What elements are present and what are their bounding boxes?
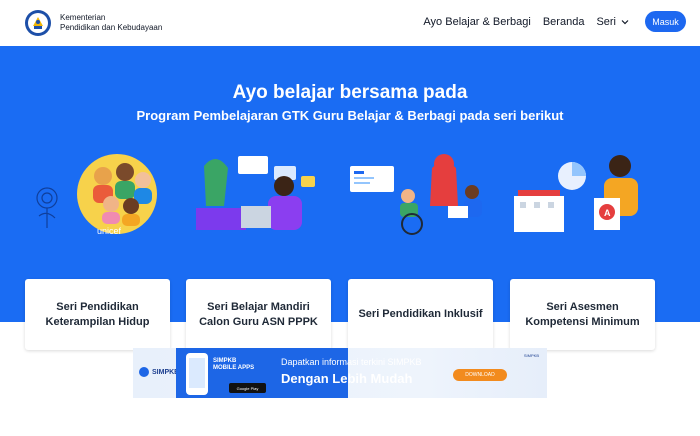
brand[interactable]: Kementerian Pendidikan dan Kebudayaan bbox=[24, 9, 162, 37]
chevron-down-icon bbox=[621, 19, 629, 24]
grade-letter: A bbox=[604, 208, 611, 218]
simpkb-app-banner[interactable]: SIMPKB SIMPKB MOBILE APPS Google Play Da… bbox=[133, 348, 547, 398]
download-button[interactable]: DOWNLOAD bbox=[453, 369, 507, 381]
phone-icon bbox=[186, 353, 208, 395]
series-card-life-skills[interactable]: Seri Pendidikan Keterampilan Hidup bbox=[25, 279, 170, 350]
nav-seri-label: Seri bbox=[596, 15, 616, 28]
brand-line1: Kementerian bbox=[60, 13, 106, 22]
life-skills-illustration: unicef bbox=[36, 154, 157, 236]
card-title-line1: Seri Pendidikan Inklusif bbox=[358, 308, 483, 320]
hero-title: Ayo belajar bersama pada bbox=[232, 82, 468, 103]
login-button[interactable]: Masuk bbox=[645, 11, 686, 32]
card-title-line2: Kompetensi Minimum bbox=[525, 315, 640, 328]
card-title-line1: Seri Asesmen bbox=[546, 300, 619, 313]
kemendikbud-logo bbox=[25, 10, 51, 36]
nav-ayo-belajar[interactable]: Ayo Belajar & Berbagi bbox=[423, 16, 530, 28]
google-play-badge[interactable]: Google Play bbox=[229, 383, 266, 393]
hero-subtitle: Program Pembelajaran GTK Guru Belajar & … bbox=[136, 108, 564, 123]
series-card-assessment[interactable]: Seri Asesmen Kompetensi Minimum bbox=[510, 279, 655, 350]
unicef-text: unicef bbox=[97, 226, 122, 236]
card-title-line2: Keterampilan Hidup bbox=[45, 315, 150, 328]
banner-text-top: Dapatkan informasi terkini SIMPKB bbox=[281, 357, 422, 367]
self-learning-illustration bbox=[196, 156, 315, 230]
banner-apps-label: SIMPKB MOBILE APPS bbox=[213, 358, 255, 371]
card-title-line2: Calon Guru ASN PPPK bbox=[199, 315, 318, 328]
series-card-inclusive[interactable]: Seri Pendidikan Inklusif bbox=[348, 279, 493, 350]
banner-text-main: Dengan Lebih Mudah bbox=[281, 371, 413, 386]
card-title-line1: Seri Pendidikan bbox=[56, 300, 139, 313]
banner-mini-logo: SIMPKB bbox=[523, 353, 539, 358]
card-title-line1: Seri Belajar Mandiri bbox=[207, 300, 310, 313]
assessment-illustration: A bbox=[514, 155, 638, 232]
nav-seri-dropdown[interactable]: Seri bbox=[596, 16, 629, 28]
simpkb-logo: SIMPKB bbox=[139, 367, 179, 377]
inclusive-illustration bbox=[350, 154, 482, 235]
nav-beranda[interactable]: Beranda bbox=[543, 16, 585, 28]
series-card-self-learning[interactable]: Seri Belajar Mandiri Calon Guru ASN PPPK bbox=[186, 279, 331, 350]
nav-menu: Ayo Belajar & Berbagi Beranda Seri Masuk bbox=[423, 11, 686, 32]
top-navbar: Kementerian Pendidikan dan Kebudayaan Ay… bbox=[0, 0, 700, 46]
hero-section: Ayo belajar bersama pada Program Pembela… bbox=[0, 46, 700, 350]
brand-line2: Pendidikan dan Kebudayaan bbox=[60, 23, 163, 32]
